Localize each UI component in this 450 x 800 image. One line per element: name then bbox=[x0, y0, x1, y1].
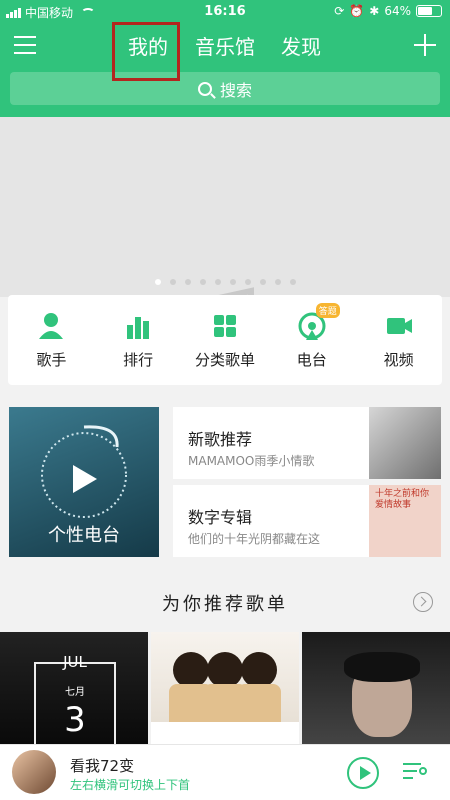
playlist-card[interactable]: JUL 七月 3 bbox=[0, 632, 148, 744]
person-photo bbox=[344, 652, 420, 682]
carousel-dot bbox=[289, 279, 296, 285]
tab-discover[interactable]: 发现 bbox=[281, 31, 321, 60]
playlist-queue-icon[interactable] bbox=[403, 761, 429, 783]
card-subtitle: 他们的十年光阴都藏在这 bbox=[188, 532, 321, 546]
rotation-lock-icon: ⟳ bbox=[334, 4, 345, 18]
status-bar: 中国移动 16:16 ⟳ ⏰ ✱ 64% bbox=[0, 0, 450, 22]
carousel-dot bbox=[184, 279, 191, 285]
battery-percent: 64% bbox=[384, 4, 411, 18]
calendar-day: 3 bbox=[64, 700, 86, 740]
quiz-badge: 答题 bbox=[315, 302, 340, 318]
category-label: 电台 bbox=[296, 350, 327, 369]
alarm-icon: ⏰ bbox=[349, 4, 365, 18]
category-label: 歌手 bbox=[36, 350, 67, 369]
status-right: ⟳ ⏰ ✱ 64% bbox=[334, 4, 442, 18]
play-icon bbox=[73, 465, 97, 493]
artist-photo bbox=[369, 407, 441, 479]
person-photo bbox=[237, 684, 281, 724]
category-label: 分类歌单 bbox=[194, 350, 255, 369]
category-label: 视频 bbox=[383, 350, 414, 369]
person-photo bbox=[241, 652, 277, 688]
person-photo bbox=[207, 652, 243, 688]
search-bar[interactable]: 搜索 bbox=[10, 72, 440, 105]
category-label: 排行 bbox=[123, 350, 154, 369]
new-songs-card[interactable]: 新歌推荐 MAMAMOO雨季小情歌 bbox=[173, 407, 441, 479]
card-title: 数字专辑 bbox=[188, 508, 253, 527]
menu-button[interactable] bbox=[14, 36, 36, 54]
category-ranking[interactable]: 排行 bbox=[98, 311, 178, 370]
album-cover: 十年之前和你爱情故事 bbox=[369, 485, 441, 557]
digital-album-card[interactable]: 数字专辑 他们的十年光阴都藏在这 十年之前和你爱情故事 bbox=[173, 485, 441, 557]
grid-icon bbox=[213, 314, 236, 337]
selection-highlight-box bbox=[112, 22, 180, 81]
now-playing-title: 看我72变 bbox=[70, 757, 135, 775]
battery-icon bbox=[416, 5, 442, 17]
card-title: 新歌推荐 bbox=[188, 430, 253, 449]
calendar-month: JUL bbox=[63, 653, 87, 671]
tab-music-hall[interactable]: 音乐馆 bbox=[195, 31, 255, 60]
carousel-dot bbox=[154, 279, 161, 285]
carousel-indicator bbox=[0, 279, 450, 285]
search-placeholder: 搜索 bbox=[219, 80, 252, 100]
mini-player[interactable]: 看我72变 左右横滑可切换上下首 bbox=[0, 744, 450, 800]
singer-icon bbox=[39, 312, 64, 339]
calendar-art: JUL 七月 3 bbox=[34, 653, 116, 744]
table-art bbox=[151, 722, 299, 744]
header-bar: 中国移动 16:16 ⟳ ⏰ ✱ 64% 我的 音乐馆 发现 搜索 bbox=[0, 0, 450, 117]
category-playlist-types[interactable]: 分类歌单 bbox=[185, 311, 265, 370]
chart-bars-icon bbox=[127, 316, 150, 339]
carousel-dot bbox=[214, 279, 221, 285]
carousel-dot bbox=[259, 279, 266, 285]
carousel-dot bbox=[229, 279, 236, 285]
category-radio[interactable]: 答题 电台 bbox=[272, 302, 352, 370]
play-button[interactable] bbox=[347, 757, 379, 789]
playlist-card[interactable] bbox=[302, 632, 450, 744]
card-subtitle: MAMAMOO雨季小情歌 bbox=[188, 454, 315, 468]
section-title: 为你推荐歌单 bbox=[162, 594, 288, 615]
swipe-hint: 左右横滑可切换上下首 bbox=[70, 778, 191, 792]
radio-label: 个性电台 bbox=[48, 525, 120, 546]
search-icon bbox=[197, 81, 212, 96]
carousel-dot bbox=[244, 279, 251, 285]
add-button[interactable] bbox=[414, 34, 436, 56]
person-photo bbox=[173, 652, 209, 688]
banner-carousel[interactable] bbox=[0, 117, 450, 356]
top-nav: 我的 音乐馆 发现 bbox=[0, 28, 450, 66]
battery-fill bbox=[418, 7, 433, 15]
carousel-dot bbox=[169, 279, 176, 285]
app-screen: 中国移动 16:16 ⟳ ⏰ ✱ 64% 我的 音乐馆 发现 搜索 歌手 排行 … bbox=[0, 0, 450, 800]
category-singer[interactable]: 歌手 bbox=[11, 311, 91, 370]
carousel-dot bbox=[199, 279, 206, 285]
calendar-chinese-month: 七月 bbox=[65, 687, 85, 698]
album-cover-text: 十年之前和你爱情故事 bbox=[375, 489, 430, 510]
video-icon bbox=[386, 317, 412, 334]
personal-radio-card[interactable]: 个性电台 bbox=[9, 407, 159, 557]
carousel-dot bbox=[274, 279, 281, 285]
playlist-card[interactable] bbox=[151, 632, 299, 744]
chevron-right-icon[interactable] bbox=[413, 592, 433, 612]
category-row: 歌手 排行 分类歌单 答题 电台 视频 bbox=[8, 295, 442, 385]
category-video[interactable]: 视频 bbox=[359, 311, 439, 370]
bluetooth-icon: ✱ bbox=[369, 4, 380, 18]
now-playing-cover bbox=[12, 750, 56, 794]
